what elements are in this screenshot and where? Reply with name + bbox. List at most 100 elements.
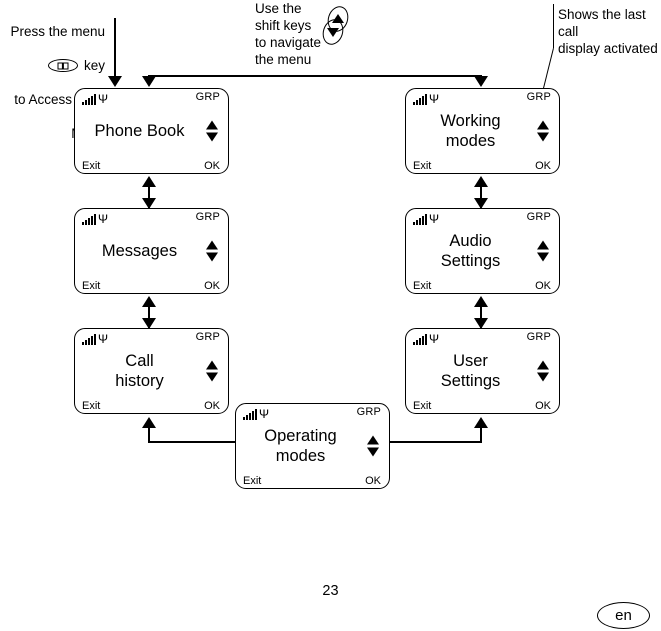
down-arrow-icon[interactable]	[206, 252, 218, 262]
screen-title-line: Operating	[264, 427, 337, 445]
status-bar: Ψ GRP	[406, 89, 559, 109]
down-arrow-icon[interactable]	[367, 447, 379, 457]
arrow-bottom-left	[142, 417, 156, 428]
scroll-indicator[interactable]	[206, 240, 218, 262]
screen-body: Audio Settings	[416, 229, 525, 273]
arrow-left-1-up	[142, 176, 156, 187]
menu-key-icon	[47, 59, 78, 72]
status-bar: Ψ GRP	[406, 329, 559, 349]
softkey-ok[interactable]: OK	[535, 400, 551, 412]
softkey-ok[interactable]: OK	[535, 280, 551, 292]
softkey-ok[interactable]: OK	[535, 160, 551, 172]
softkey-exit[interactable]: Exit	[413, 280, 431, 292]
screen-title-line: Working	[440, 112, 501, 130]
screen-phone-book[interactable]: Ψ GRP Phone Book Exit OK	[74, 88, 229, 174]
connector-top-bus	[148, 75, 482, 77]
screen-messages[interactable]: Ψ GRP Messages Exit OK	[74, 208, 229, 294]
screen-working-modes[interactable]: Ψ GRP Working modes Exit OK	[405, 88, 560, 174]
screen-audio-settings[interactable]: Ψ GRP Audio Settings Exit OK	[405, 208, 560, 294]
up-arrow-icon[interactable]	[206, 120, 218, 130]
screen-body: Working modes	[416, 109, 525, 153]
screen-title-line-2: Settings	[440, 372, 501, 390]
down-arrow-icon[interactable]	[537, 252, 549, 262]
screen-body: Messages	[85, 229, 194, 273]
screen-body: Operating modes	[246, 424, 355, 468]
softkey-exit[interactable]: Exit	[82, 160, 100, 172]
scroll-indicator[interactable]	[537, 360, 549, 382]
down-arrow-icon[interactable]	[537, 372, 549, 382]
down-arrow-icon[interactable]	[206, 372, 218, 382]
scroll-indicator[interactable]	[367, 435, 379, 457]
softkey-ok[interactable]: OK	[204, 160, 220, 172]
group-indicator: GRP	[526, 331, 551, 343]
up-arrow-icon[interactable]	[537, 120, 549, 130]
screen-title-line: Messages	[101, 242, 178, 260]
signal-strength-icon: Ψ	[82, 92, 108, 105]
softkey-exit[interactable]: Exit	[82, 280, 100, 292]
arrow-right-1-up	[474, 176, 488, 187]
up-arrow-icon[interactable]	[367, 435, 379, 445]
antenna-icon: Ψ	[429, 212, 440, 226]
screen-body: Phone Book	[85, 109, 194, 153]
screen-title-line-2: modes	[445, 132, 496, 150]
signal-strength-icon: Ψ	[243, 407, 269, 420]
softkey-exit[interactable]: Exit	[413, 400, 431, 412]
scroll-indicator[interactable]	[537, 240, 549, 262]
status-bar: Ψ GRP	[75, 89, 228, 109]
annotation-menu-key-line1: Press the menu	[10, 24, 105, 39]
group-indicator: GRP	[356, 406, 381, 418]
screen-body: User Settings	[416, 349, 525, 393]
shift-keys-icon	[319, 3, 358, 48]
screen-title-line: Phone Book	[94, 122, 185, 140]
antenna-icon: Ψ	[259, 407, 270, 421]
screen-body: Call history	[85, 349, 194, 393]
scroll-indicator[interactable]	[206, 120, 218, 142]
up-arrow-icon[interactable]	[206, 240, 218, 250]
status-bar: Ψ GRP	[236, 404, 389, 424]
connector-bottom-right	[386, 441, 482, 443]
down-arrow-icon[interactable]	[206, 132, 218, 142]
up-arrow-icon[interactable]	[537, 360, 549, 370]
connector-bottom-left	[148, 441, 236, 443]
annotation-menu-key-line2: key	[83, 58, 105, 73]
page-number: 23	[322, 583, 339, 599]
group-indicator: GRP	[195, 211, 220, 223]
antenna-icon: Ψ	[429, 332, 440, 346]
signal-strength-icon: Ψ	[82, 212, 108, 225]
screen-title-line-2: Settings	[440, 252, 501, 270]
signal-strength-icon: Ψ	[82, 332, 108, 345]
signal-strength-icon: Ψ	[413, 212, 439, 225]
softkey-ok[interactable]: OK	[204, 280, 220, 292]
status-bar: Ψ GRP	[75, 329, 228, 349]
softkey-exit[interactable]: Exit	[413, 160, 431, 172]
up-arrow-icon[interactable]	[206, 360, 218, 370]
arrow-bottom-right	[474, 417, 488, 428]
scroll-indicator[interactable]	[206, 360, 218, 382]
arrow-right-2-up	[474, 296, 488, 307]
screen-user-settings[interactable]: Ψ GRP User Settings Exit OK	[405, 328, 560, 414]
signal-strength-icon: Ψ	[413, 92, 439, 105]
leader-line-diagonal	[542, 48, 555, 90]
connector-menu-entry	[114, 18, 116, 80]
arrow-top-left	[142, 76, 156, 87]
group-indicator: GRP	[195, 91, 220, 103]
scroll-indicator[interactable]	[537, 120, 549, 142]
screen-operating-modes[interactable]: Ψ GRP Operating modes Exit OK	[235, 403, 390, 489]
softkey-ok[interactable]: OK	[204, 400, 220, 412]
down-arrow-icon[interactable]	[537, 132, 549, 142]
signal-strength-icon: Ψ	[413, 332, 439, 345]
up-arrow-icon[interactable]	[537, 240, 549, 250]
antenna-icon: Ψ	[429, 92, 440, 106]
screen-title-line-2: history	[115, 372, 164, 390]
softkey-exit[interactable]: Exit	[243, 475, 261, 487]
status-bar: Ψ GRP	[75, 209, 228, 229]
screen-call-history[interactable]: Ψ GRP Call history Exit OK	[74, 328, 229, 414]
softkey-ok[interactable]: OK	[365, 475, 381, 487]
group-indicator: GRP	[526, 211, 551, 223]
screen-title-line: Call	[125, 352, 154, 370]
status-bar: Ψ GRP	[406, 209, 559, 229]
language-badge: en	[597, 602, 650, 629]
antenna-icon: Ψ	[98, 332, 109, 346]
arrow-top-right	[474, 76, 488, 87]
softkey-exit[interactable]: Exit	[82, 400, 100, 412]
